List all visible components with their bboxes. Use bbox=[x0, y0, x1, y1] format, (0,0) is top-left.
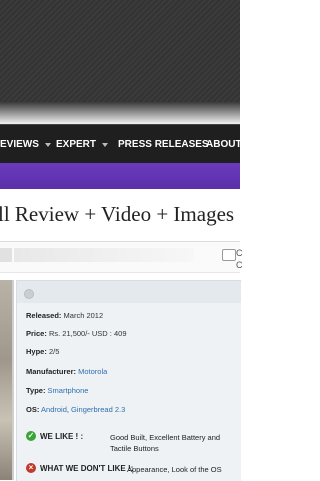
comment-icon[interactable] bbox=[222, 249, 236, 261]
spec-value: March 2012 bbox=[63, 311, 104, 320]
os-link-gingerbread[interactable]: Gingerbread 2.3 bbox=[71, 405, 125, 414]
comment-label-text[interactable]: C bbox=[236, 260, 243, 270]
phone-image bbox=[0, 280, 12, 480]
image-border bbox=[12, 280, 14, 480]
nav-item-about-us[interactable]: ABOUT US bbox=[196, 125, 240, 164]
nav-item-label: EVIEWS bbox=[0, 139, 39, 150]
manufacturer-link[interactable]: Motorola bbox=[78, 367, 107, 376]
nav-item-label: EXPERT bbox=[56, 139, 97, 150]
spec-box-header bbox=[17, 281, 241, 303]
nav-item-expert[interactable]: EXPERT bbox=[46, 125, 109, 164]
circle-icon bbox=[24, 289, 34, 299]
spec-label: Price: bbox=[26, 329, 47, 338]
main-nav: EVIEWS EXPERT PRESS RELEASES ABOUT US bbox=[0, 124, 240, 164]
site-header-background bbox=[0, 0, 240, 115]
article-title: ll Review + Video + Images bbox=[0, 202, 235, 226]
nav-item-label: PRESS RELEASES bbox=[118, 139, 209, 150]
spec-price: Price: Rs. 21,500/- USD : 409 bbox=[26, 329, 127, 338]
like-text: Good Built, Excellent Battery and Tactil… bbox=[110, 433, 221, 453]
dislike-text: Appearance, Look of the OS bbox=[127, 465, 222, 474]
spec-os: OS: Android, Gingerbread 2.3 bbox=[26, 405, 126, 414]
os-link-android[interactable]: Android bbox=[41, 405, 67, 414]
spec-label: Manufacturer: bbox=[26, 367, 77, 376]
spec-box: Released: March 2012 Price: Rs. 21,500/-… bbox=[16, 280, 241, 481]
spec-hype: Hype: 2/5 bbox=[26, 347, 59, 356]
spec-label: Hype: bbox=[26, 347, 47, 356]
spec-value: Rs. 21,500/- USD : 409 bbox=[48, 329, 127, 338]
spec-type: Type: Smartphone bbox=[26, 386, 88, 395]
meta-info bbox=[14, 248, 194, 262]
nav-item-label: ABOUT US bbox=[206, 139, 240, 150]
type-link[interactable]: Smartphone bbox=[48, 386, 89, 395]
spec-label: Released: bbox=[26, 311, 62, 320]
spec-label: Type: bbox=[26, 386, 46, 395]
meta-tag bbox=[0, 248, 12, 262]
article-meta-bar: C C bbox=[0, 241, 243, 273]
spec-label: OS: bbox=[26, 405, 40, 414]
spec-released: Released: March 2012 bbox=[26, 311, 103, 320]
check-icon: ✓ bbox=[26, 431, 36, 441]
secondary-nav-bar bbox=[0, 163, 240, 189]
spec-value: 2/5 bbox=[48, 347, 60, 356]
header-fade bbox=[0, 102, 240, 124]
nav-item-reviews[interactable]: EVIEWS bbox=[0, 125, 51, 164]
close-icon: × bbox=[26, 463, 36, 473]
like-label: WE LIKE ! : bbox=[40, 432, 84, 441]
spec-manufacturer: Manufacturer: Motorola bbox=[26, 367, 107, 376]
comment-count-text[interactable]: C bbox=[236, 248, 243, 258]
nav-item-press-releases[interactable]: PRESS RELEASES bbox=[108, 125, 209, 164]
dislike-label: WHAT WE DON'T LIKE !: bbox=[40, 464, 134, 473]
